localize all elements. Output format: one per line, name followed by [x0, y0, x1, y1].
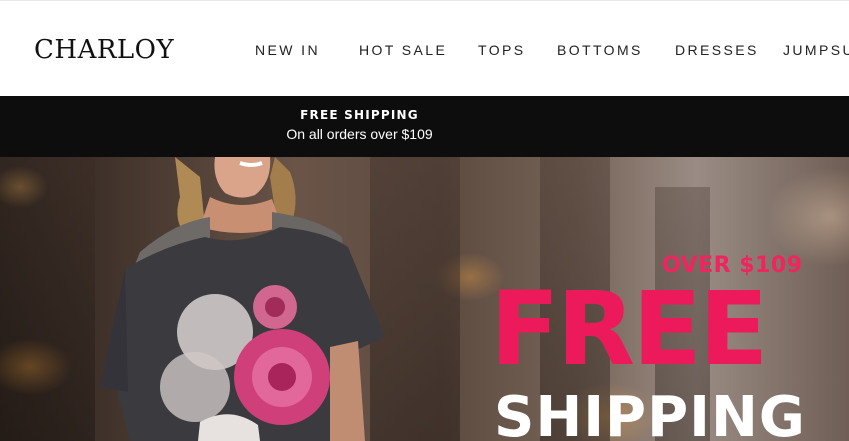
nav-item-jumpsuits[interactable]: JUMPSU [783, 40, 849, 60]
nav-item-new-in[interactable]: NEW IN [255, 40, 320, 60]
nav-item-tops[interactable]: TOPS [478, 40, 525, 60]
site-header: CHARLOY NEW IN HOT SALE TOPS BOTTOMS DRE… [0, 0, 849, 96]
nav-item-dresses[interactable]: DRESSES [675, 40, 759, 60]
announcement-title: FREE SHIPPING [300, 108, 419, 122]
announcement-subtitle: On all orders over $109 [286, 126, 433, 142]
brand-logo[interactable]: CHARLOY [34, 33, 174, 67]
nav-item-hot-sale[interactable]: HOT SALE [359, 40, 447, 60]
main-nav: NEW IN HOT SALE TOPS BOTTOMS DRESSES JUM… [255, 40, 849, 60]
announcement-bar[interactable]: FREE SHIPPING On all orders over $109 [0, 96, 849, 157]
hero-banner[interactable]: OVER $109 FREE SHIPPING [0, 157, 849, 441]
hero-shipping-text: SHIPPING [494, 385, 806, 441]
nav-item-bottoms[interactable]: BOTTOMS [557, 40, 643, 60]
hero-free-text: FREE [490, 270, 769, 389]
